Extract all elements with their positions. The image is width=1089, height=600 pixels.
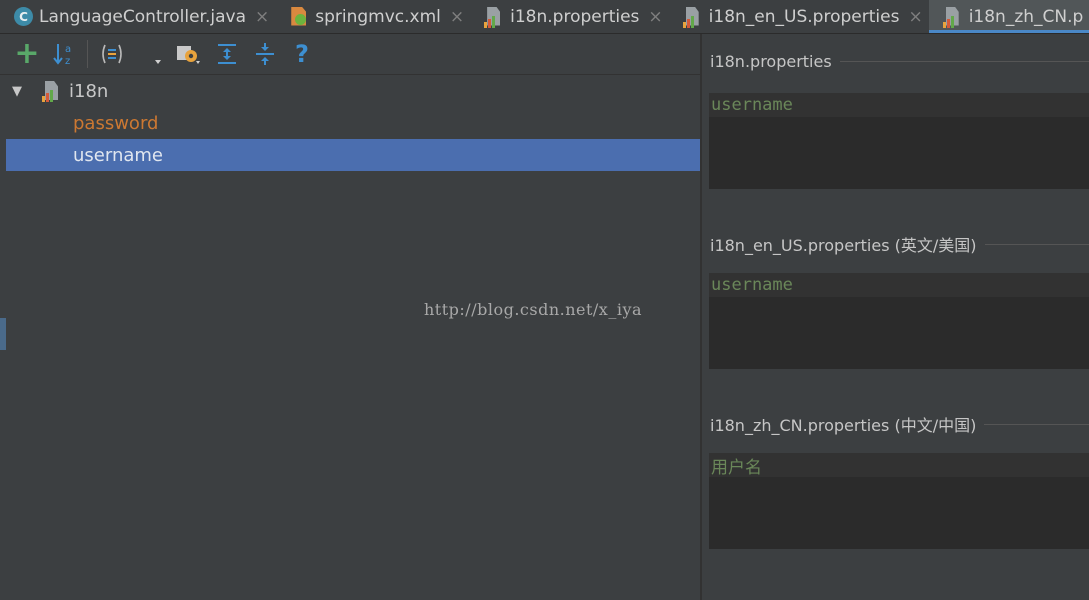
properties-bundle-icon	[42, 80, 62, 102]
section-title-default: i18n.properties	[710, 52, 1089, 71]
watermark-text: http://blog.csdn.net/x_iya	[424, 300, 643, 319]
section-divider-line	[839, 61, 1089, 62]
group-dropdown-button[interactable]	[150, 40, 166, 68]
expand-all-button[interactable]	[213, 40, 241, 68]
tab-label: springmvc.xml	[315, 6, 441, 27]
close-icon[interactable]: ×	[450, 7, 464, 27]
sort-alphabetically-button[interactable]: a z	[51, 40, 79, 68]
help-button[interactable]: ?	[290, 40, 314, 68]
sort-az-icon: a z	[53, 44, 71, 67]
expand-all-icon	[218, 44, 236, 64]
section-title-text: i18n.properties	[710, 52, 832, 71]
value-text: username	[709, 273, 1089, 297]
key-label: username	[73, 144, 163, 166]
close-icon[interactable]: ×	[255, 7, 269, 27]
tab-label: i18n_zh_CN.p	[968, 6, 1084, 27]
tab-label: i18n.properties	[510, 6, 640, 27]
help-icon: ?	[295, 40, 309, 68]
tree-root-label: i18n	[69, 80, 109, 102]
expand-triangle-icon[interactable]: ▼	[12, 84, 22, 99]
properties-file-icon	[942, 6, 963, 28]
section-title-zh-cn: i18n_zh_CN.properties (中文/中国)	[710, 412, 1089, 436]
svg-text:z: z	[65, 56, 70, 67]
properties-file-icon	[682, 6, 703, 28]
close-icon[interactable]: ×	[908, 7, 922, 27]
property-keys-tree: ▼ i18n password username	[0, 75, 700, 600]
toolbar-separator	[87, 40, 88, 68]
add-property-button[interactable]: +	[14, 36, 40, 71]
tree-key-username[interactable]: username	[6, 139, 700, 171]
plus-icon: +	[14, 36, 40, 71]
section-divider-line	[984, 243, 1089, 245]
key-label: password	[73, 112, 159, 134]
svg-text:a: a	[65, 44, 71, 55]
value-editor-en-us[interactable]: username	[709, 273, 1089, 369]
spring-xml-icon	[289, 6, 309, 28]
tree-root-i18n[interactable]: ▼ i18n	[6, 75, 700, 107]
tab-springmvc-xml[interactable]: springmvc.xml ×	[275, 0, 470, 33]
value-editor-zh-cn[interactable]: 用户名	[709, 453, 1089, 549]
settings-gear-icon	[177, 46, 200, 64]
close-icon[interactable]: ×	[648, 7, 662, 27]
tab-label: i18n_en_US.properties	[708, 6, 900, 27]
group-by-prefix-button[interactable]	[98, 40, 126, 68]
collapse-all-button[interactable]	[251, 40, 279, 68]
tree-key-password[interactable]: password	[6, 107, 700, 139]
tab-i18n-en-us-properties[interactable]: i18n_en_US.properties ×	[669, 0, 929, 33]
tab-i18n-zh-cn-properties[interactable]: i18n_zh_CN.p	[928, 0, 1089, 33]
section-title-text: i18n_zh_CN.properties (中文/中国)	[710, 416, 977, 435]
section-divider-line	[984, 423, 1089, 425]
value-text: username	[709, 93, 1089, 117]
tab-i18n-properties[interactable]: i18n.properties ×	[470, 0, 669, 33]
section-title-text: i18n_en_US.properties (英文/美国)	[710, 236, 977, 255]
collapse-all-icon	[256, 43, 274, 65]
tab-label: LanguageController.java	[39, 6, 246, 27]
editor-tab-bar: C LanguageController.java × springmvc.xm…	[0, 0, 1089, 34]
value-text: 用户名	[709, 453, 1089, 478]
value-editor-default[interactable]: username	[709, 93, 1089, 189]
property-values-panel: i18n.properties username i18n_en_US.prop…	[702, 34, 1089, 600]
properties-file-icon	[484, 6, 504, 28]
settings-button[interactable]	[173, 40, 203, 68]
tab-language-controller[interactable]: C LanguageController.java ×	[0, 0, 275, 33]
java-class-icon: C	[14, 7, 33, 26]
dropdown-arrow-icon	[155, 60, 161, 64]
section-title-en-us: i18n_en_US.properties (英文/美国)	[710, 232, 1089, 256]
group-brackets-icon	[102, 44, 122, 64]
resource-bundle-toolbar: + a z ?	[0, 34, 700, 75]
